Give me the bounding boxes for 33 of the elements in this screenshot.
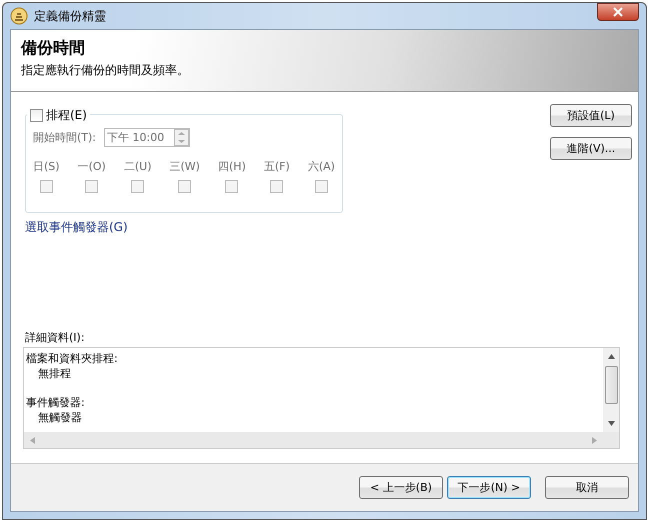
side-button[interactable]: 進階(V)... bbox=[550, 137, 632, 160]
day-label: 六(A) bbox=[308, 159, 335, 174]
details-value: 無排程 bbox=[37, 366, 72, 381]
details-value: 無觸發器 bbox=[37, 410, 83, 425]
wizard-button[interactable]: 取消 bbox=[545, 476, 629, 499]
app-icon bbox=[10, 7, 28, 25]
page-title: 備份時間 bbox=[21, 38, 86, 59]
window-title: 定義備份精靈 bbox=[34, 8, 107, 24]
vertical-scrollbar[interactable] bbox=[603, 348, 619, 432]
day-label: 日(S) bbox=[33, 159, 60, 174]
event-trigger-link[interactable]: 選取事件觸發器(G) bbox=[25, 219, 128, 236]
day-label: 三(W) bbox=[170, 159, 200, 174]
day-label: 一(O) bbox=[78, 159, 106, 174]
details-label: 詳細資料(I): bbox=[25, 330, 86, 345]
details-heading: 檔案和資料夾排程: bbox=[26, 351, 119, 366]
scroll-up-icon[interactable] bbox=[608, 354, 614, 359]
schedule-label: 排程(E) bbox=[46, 107, 87, 124]
day-label: 四(H) bbox=[218, 159, 246, 174]
spinner-icon bbox=[174, 129, 190, 146]
close-icon bbox=[613, 7, 623, 17]
start-time-label: 開始時間(T): bbox=[33, 130, 96, 145]
scroll-right-icon[interactable] bbox=[592, 436, 597, 444]
day-label: 二(U) bbox=[124, 159, 152, 174]
side-button[interactable]: 預設值(L) bbox=[550, 104, 632, 127]
wizard-button[interactable]: 下一步(N) > bbox=[447, 476, 531, 499]
page-subtitle: 指定應執行備份的時間及頻率。 bbox=[21, 62, 190, 79]
wizard-button[interactable]: < 上一步(B) bbox=[359, 476, 443, 499]
day-label: 五(F) bbox=[264, 159, 290, 174]
details-heading: 事件觸發器: bbox=[26, 395, 86, 410]
scroll-left-icon[interactable] bbox=[30, 436, 35, 444]
scroll-down-icon[interactable] bbox=[608, 421, 614, 426]
horizontal-scrollbar[interactable] bbox=[24, 432, 619, 448]
close-button[interactable] bbox=[597, 3, 639, 21]
